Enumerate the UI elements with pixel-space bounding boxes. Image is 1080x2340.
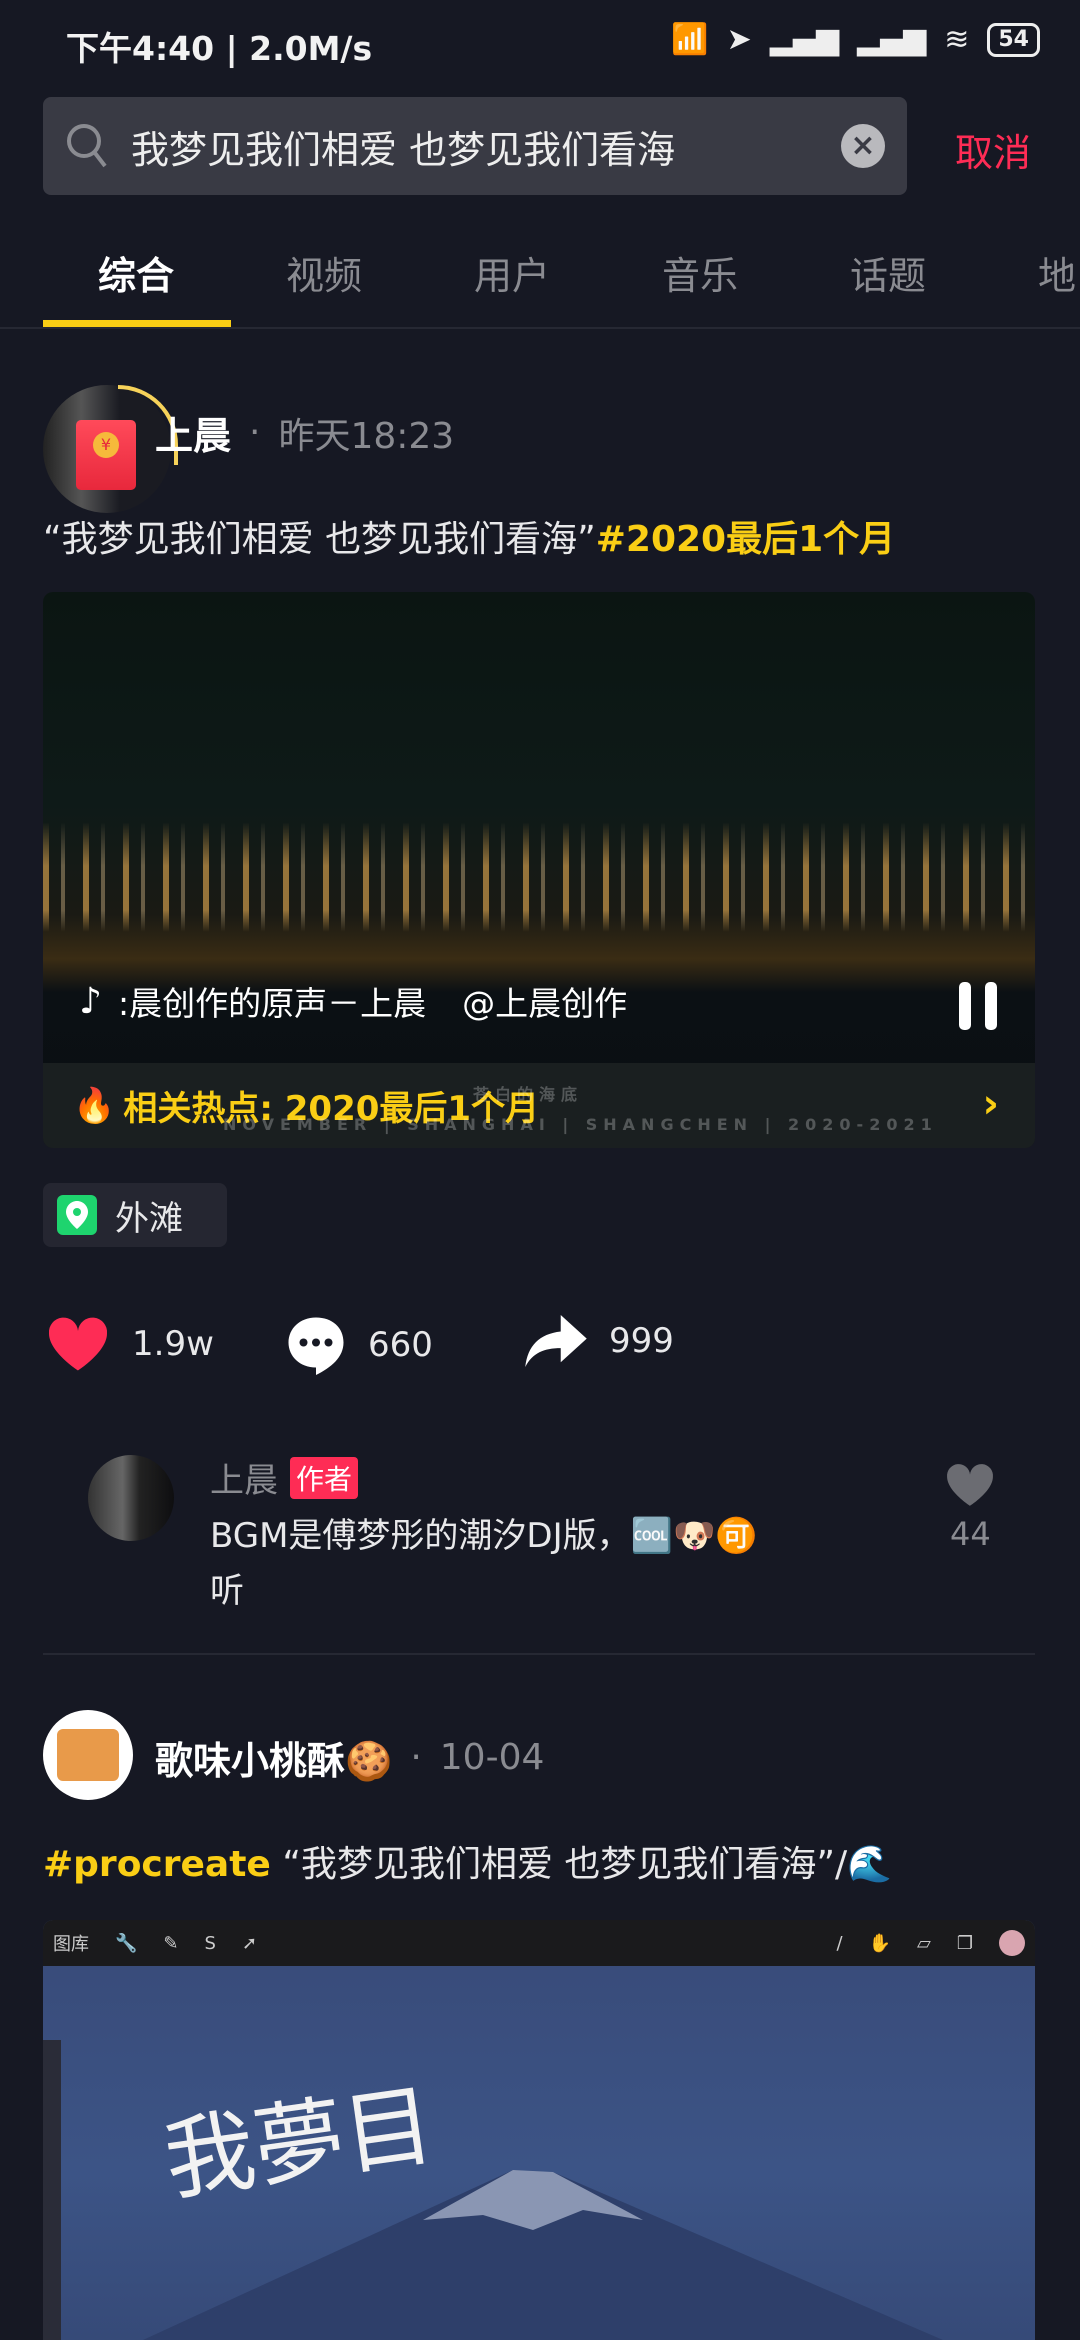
tiktok-note-icon: ♪ xyxy=(79,980,102,1022)
watermark-en: NOVEMBER | SHANGHAI | SHANGCHEN | 2020-2… xyxy=(223,1115,938,1134)
brush-icon: / xyxy=(836,1932,843,1954)
arrow-icon: ➚ xyxy=(241,1932,258,1954)
music-title: :晨创作的原声－上晨 xyxy=(117,984,427,1023)
location-chip[interactable]: 外滩 xyxy=(43,1183,227,1247)
active-tab-indicator xyxy=(43,320,231,327)
comment-like-count: 44 xyxy=(950,1515,991,1553)
comment-text-line2: 听 xyxy=(210,1571,244,1611)
wifi-icon: 📶 xyxy=(671,22,709,57)
battery-icon: 54 xyxy=(987,22,1040,57)
post1-time: 昨天18:23 xyxy=(278,415,455,457)
tab-places[interactable]: 地 xyxy=(1038,245,1076,300)
procreate-toolbar: 图库 🔧 ✎ S ➚ / ✋ ▱ ❐ xyxy=(43,1920,1035,1966)
comment-avatar[interactable] xyxy=(88,1455,174,1541)
comment-button[interactable]: 660 xyxy=(286,1315,433,1375)
signal-hd-icon: ▂▄▆ xyxy=(857,22,927,57)
post2-avatar[interactable] xyxy=(43,1710,133,1800)
hashtag-link[interactable]: #procreate xyxy=(43,1844,271,1885)
comment-icon xyxy=(288,1317,344,1375)
comment-author[interactable]: 上晨 xyxy=(210,1453,278,1502)
music-author: @上晨创作 xyxy=(462,984,628,1023)
separator-dot: · xyxy=(410,1737,422,1778)
location-arrow-icon: ➤ xyxy=(726,22,752,57)
smudge-icon: ✋ xyxy=(868,1932,892,1954)
clear-search-button[interactable]: × xyxy=(841,124,885,168)
gallery-label: 图库 xyxy=(53,1934,89,1955)
post1-author[interactable]: 上晨 xyxy=(155,405,231,460)
pause-icon[interactable] xyxy=(959,982,997,1030)
tab-all[interactable]: 综合 xyxy=(98,245,174,300)
s-icon: S xyxy=(204,1932,216,1954)
status-icons: 📶 ➤ ▂▄▆ ▂▄▆ ≋ 54 xyxy=(671,22,1040,57)
signal-icon: ▂▄▆ xyxy=(769,22,840,57)
post1-caption: “我梦见我们相爱 也梦见我们看海”#2020最后1个月 xyxy=(43,510,895,562)
comment-count: 660 xyxy=(368,1325,433,1365)
comment-like-button[interactable] xyxy=(945,1462,995,1512)
heart-icon xyxy=(947,1464,993,1506)
post2-caption: #procreate “我梦见我们相爱 也梦见我们看海”/🌊 xyxy=(43,1835,892,1887)
post-divider xyxy=(43,1653,1035,1655)
music-info[interactable]: ♪ :晨创作的原声－上晨 @上晨创作 xyxy=(79,977,627,1025)
fire-icon: 🔥 xyxy=(73,1085,116,1126)
comment-text: BGM是傅梦彤的潮汐DJ版，🆒🐶🉑 xyxy=(210,1516,758,1556)
wifi-icon-2: ≋ xyxy=(944,22,970,57)
share-count: 999 xyxy=(609,1321,674,1361)
post2-author[interactable]: 歌味小桃酥🍪 xyxy=(155,1730,392,1785)
post2-image[interactable]: 图库 🔧 ✎ S ➚ / ✋ ▱ ❐ 我夢目 xyxy=(43,1920,1035,2340)
separator-dot: · xyxy=(249,412,261,453)
author-badge: 作者 xyxy=(290,1456,359,1499)
eraser-icon: ▱ xyxy=(917,1932,931,1954)
tab-topics[interactable]: 话题 xyxy=(850,245,926,300)
hashtag-link[interactable]: #2020最后1个月 xyxy=(596,519,895,560)
clock: 下午4:40 xyxy=(66,29,215,68)
caption-text: “我梦见我们相爱 也梦见我们看海”/🌊 xyxy=(282,1844,893,1885)
post2-time: 10-04 xyxy=(439,1737,545,1778)
magic-icon: ✎ xyxy=(163,1932,179,1954)
search-input[interactable] xyxy=(131,124,811,168)
layers-icon: ❐ xyxy=(956,1932,973,1954)
mountain-silhouette xyxy=(143,2170,943,2340)
caption-text: “我梦见我们相爱 也梦见我们看海” xyxy=(43,519,596,560)
tab-music[interactable]: 音乐 xyxy=(662,245,738,300)
chevron-right-icon: › xyxy=(982,1081,999,1127)
search-icon xyxy=(67,124,107,168)
share-arrow-icon xyxy=(525,1315,587,1367)
search-bar: × xyxy=(43,97,907,195)
hot-topic-bar[interactable]: 🔥 相关热点: 2020最后1个月 › 苍白的海底 NOVEMBER | SHA… xyxy=(43,1063,1035,1148)
tab-video[interactable]: 视频 xyxy=(286,245,362,300)
color-swatch xyxy=(999,1930,1025,1956)
location-pin-icon xyxy=(57,1195,97,1235)
like-count: 1.9w xyxy=(132,1324,214,1364)
post1-video[interactable]: ♪ :晨创作的原声－上晨 @上晨创作 🔥 相关热点: 2020最后1个月 › 苍… xyxy=(43,592,1035,1148)
like-button[interactable]: 1.9w xyxy=(46,1315,214,1373)
share-button[interactable]: 999 xyxy=(525,1315,674,1367)
heart-icon xyxy=(48,1317,108,1371)
tab-users[interactable]: 用户 xyxy=(474,245,550,300)
wrench-icon: 🔧 xyxy=(115,1932,138,1954)
biscuit-image xyxy=(57,1729,119,1781)
watermark-cn: 苍白的海底 xyxy=(473,1085,584,1104)
tab-bar: 综合 视频 用户 音乐 话题 地 xyxy=(0,245,1080,329)
city-lights xyxy=(43,822,1035,932)
network-speed: 2.0M/s xyxy=(249,29,373,68)
cancel-button[interactable]: 取消 xyxy=(955,122,1031,177)
location-name: 外滩 xyxy=(115,1198,183,1239)
status-time: 下午4:40 | 2.0M/s xyxy=(66,29,373,68)
